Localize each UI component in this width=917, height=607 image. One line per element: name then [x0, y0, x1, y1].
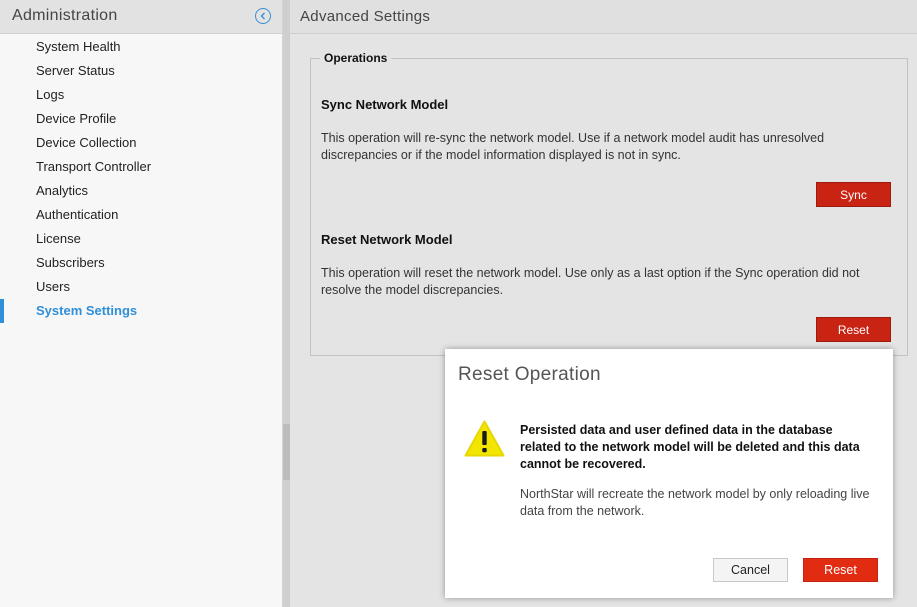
dialog-info-text: NorthStar will recreate the network mode… [520, 487, 870, 518]
dialog-title: Reset Operation [458, 364, 601, 385]
dialog-warning-text: Persisted data and user defined data in … [520, 423, 860, 471]
sync-section-title: Sync Network Model [321, 97, 449, 112]
splitter-handle[interactable] [283, 424, 290, 480]
main-header: Advanced Settings [290, 0, 917, 34]
confirm-reset-button[interactable]: Reset [803, 558, 878, 582]
sidebar-item-transport-controller[interactable]: Transport Controller [0, 155, 282, 179]
sidebar-item-device-profile[interactable]: Device Profile [0, 107, 282, 131]
sidebar-item-device-collection[interactable]: Device Collection [0, 131, 282, 155]
sidebar-item-license[interactable]: License [0, 227, 282, 251]
sidebar-item-subscribers[interactable]: Subscribers [0, 251, 282, 275]
reset-section-title: Reset Network Model [321, 232, 453, 247]
page-title: Advanced Settings [300, 8, 431, 25]
operations-legend: Operations [320, 51, 392, 65]
sidebar-item-system-health[interactable]: System Health [0, 35, 282, 59]
sidebar-item-analytics[interactable]: Analytics [0, 179, 282, 203]
sidebar-nav: System Health Server Status Logs Device … [0, 35, 282, 323]
sidebar-item-users[interactable]: Users [0, 275, 282, 299]
warning-icon [464, 420, 505, 457]
cancel-button[interactable]: Cancel [713, 558, 788, 582]
chevron-left-icon [260, 12, 265, 20]
sidebar-title: Administration [12, 7, 118, 24]
sidebar-item-authentication[interactable]: Authentication [0, 203, 282, 227]
sidebar-item-system-settings[interactable]: System Settings [0, 299, 282, 323]
sidebar-item-server-status[interactable]: Server Status [0, 59, 282, 83]
reset-operation-dialog: Reset Operation Persisted data and user … [445, 349, 893, 598]
reset-section-description: This operation will reset the network mo… [321, 266, 860, 297]
sync-button[interactable]: Sync [816, 182, 891, 207]
sync-section-description: This operation will re-sync the network … [321, 131, 825, 162]
sidebar-item-logs[interactable]: Logs [0, 83, 282, 107]
sidebar: Administration System Health Server Stat… [0, 0, 283, 607]
reset-network-model-button[interactable]: Reset [816, 317, 891, 342]
collapse-sidebar-button[interactable] [255, 8, 271, 24]
sidebar-header: Administration [0, 0, 282, 34]
panel-splitter[interactable] [283, 0, 290, 607]
